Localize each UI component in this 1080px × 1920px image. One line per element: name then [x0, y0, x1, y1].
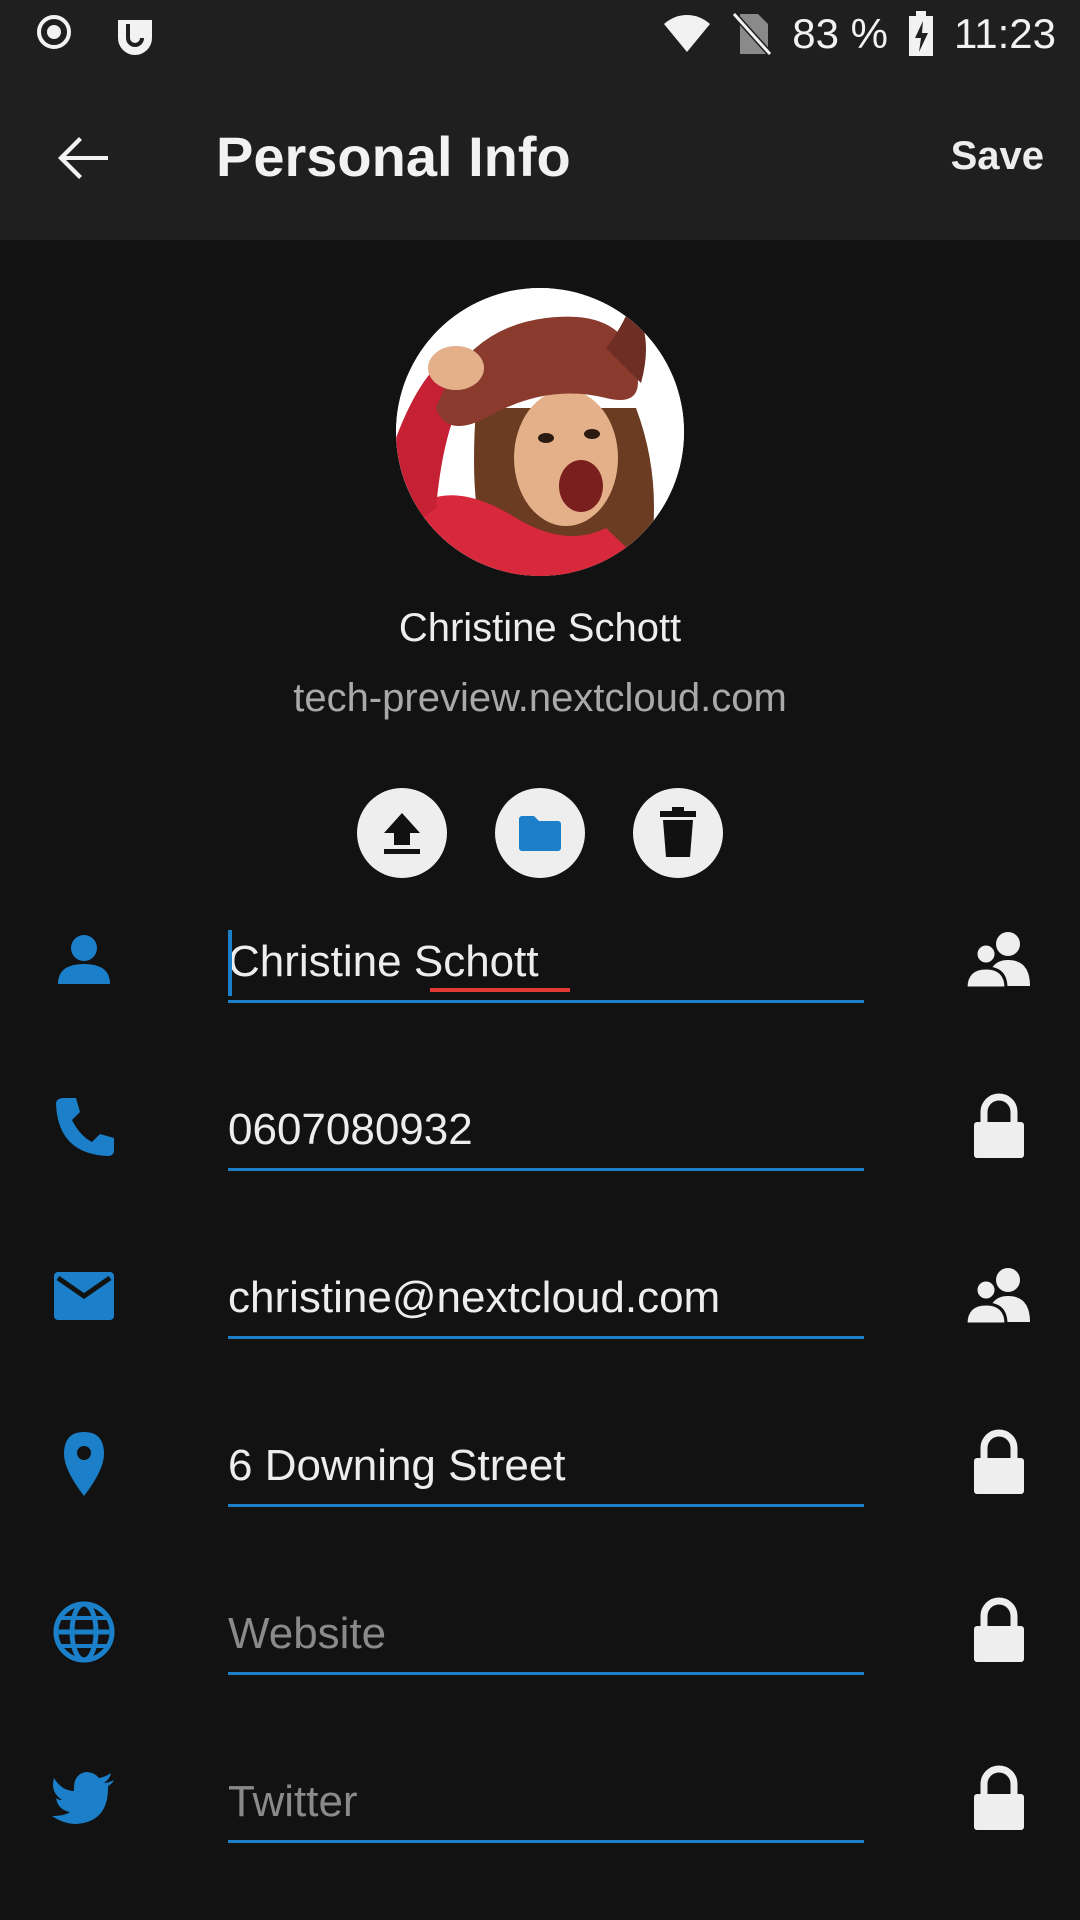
- contacts-scope-icon[interactable]: [964, 924, 1034, 994]
- lock-icon[interactable]: [964, 1596, 1034, 1666]
- upload-avatar-button[interactable]: [357, 788, 447, 878]
- phone-icon: [56, 1098, 114, 1156]
- delete-avatar-button[interactable]: [633, 788, 723, 878]
- server-url: tech-preview.nextcloud.com: [293, 676, 787, 720]
- email-icon: [54, 1272, 114, 1320]
- email-input[interactable]: [228, 1260, 864, 1339]
- app-bar: Personal Info Save: [0, 72, 1080, 240]
- field-row-phone: [0, 1074, 1080, 1184]
- globe-icon: [53, 1601, 115, 1663]
- avatar-actions: [357, 788, 723, 878]
- phone-input[interactable]: [228, 1092, 864, 1171]
- twitter-input[interactable]: [228, 1764, 864, 1843]
- arrow-back-icon[interactable]: [52, 126, 116, 190]
- avatar[interactable]: [396, 288, 684, 576]
- page-title: Personal Info: [216, 125, 571, 188]
- nextcloud-notification-icon: [118, 20, 152, 55]
- field-row-full-name: [0, 906, 1080, 1016]
- status-bar: 83 % 11:23: [0, 0, 1080, 72]
- clock: 11:23: [954, 10, 1056, 57]
- wifi-icon: [664, 15, 711, 52]
- field-row-address: [0, 1410, 1080, 1520]
- upload-icon: [384, 813, 420, 854]
- avatar-photo: [396, 288, 684, 576]
- address-input[interactable]: [228, 1428, 864, 1507]
- twitter-icon: [52, 1772, 114, 1824]
- contacts-scope-icon[interactable]: [964, 1260, 1034, 1330]
- delete-icon: [660, 807, 696, 857]
- spellcheck-underline: [430, 988, 570, 992]
- battery-percentage: 83 %: [792, 10, 888, 57]
- location-pin-icon: [64, 1432, 104, 1496]
- lock-icon[interactable]: [964, 1764, 1034, 1834]
- choose-avatar-file-button[interactable]: [495, 788, 585, 878]
- profile-display-name: Christine Schott: [398, 606, 682, 650]
- field-row-email: [0, 1242, 1080, 1352]
- no-sim-icon: [732, 12, 773, 56]
- battery-charging-icon: [909, 11, 933, 56]
- field-row-website: [0, 1578, 1080, 1688]
- website-input[interactable]: [228, 1596, 864, 1675]
- lock-icon[interactable]: [964, 1428, 1034, 1498]
- person-icon: [58, 935, 110, 984]
- save-button[interactable]: Save: [951, 134, 1044, 179]
- text-cursor: [228, 930, 232, 996]
- record-icon: [37, 15, 71, 49]
- lock-icon[interactable]: [964, 1092, 1034, 1162]
- folder-icon: [519, 816, 561, 851]
- field-row-twitter: [0, 1746, 1080, 1856]
